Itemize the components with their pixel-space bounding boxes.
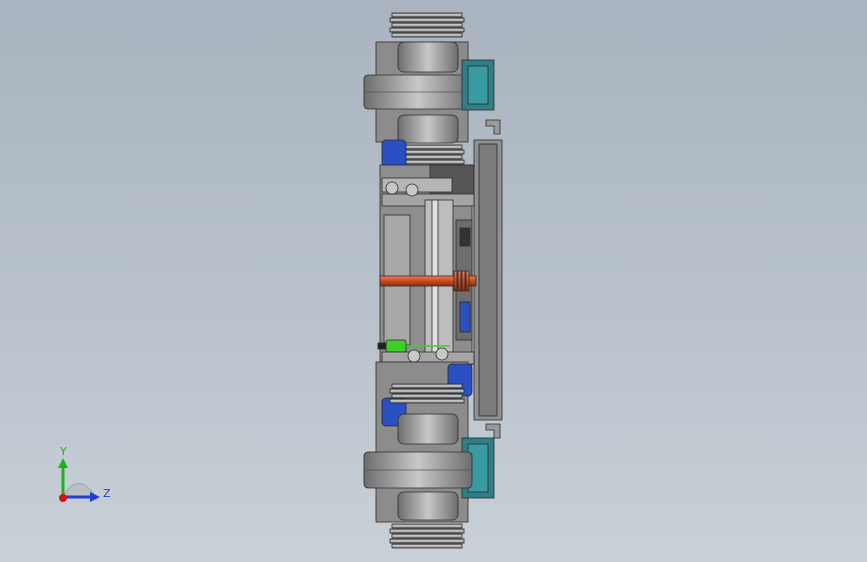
- bottom-pulley-stack: [389, 523, 465, 549]
- central-module: [377, 164, 477, 366]
- z-axis-label: Z: [103, 487, 111, 500]
- y-axis-label: Y: [59, 445, 67, 458]
- x-axis-dot: [59, 494, 67, 502]
- right-rail-inner: [478, 143, 498, 417]
- y-axis-arrow-icon: [58, 458, 68, 468]
- coordinate-triad: Y Z: [58, 445, 111, 502]
- model-view[interactable]: Y Z: [0, 0, 867, 562]
- top-motor: [381, 139, 407, 169]
- assembly-model[interactable]: [363, 12, 503, 549]
- top-pulley-stack: [389, 12, 465, 38]
- cad-viewport[interactable]: Y Z: [0, 0, 867, 562]
- z-axis-arrow-icon: [90, 492, 100, 502]
- green-sensor: [385, 339, 407, 353]
